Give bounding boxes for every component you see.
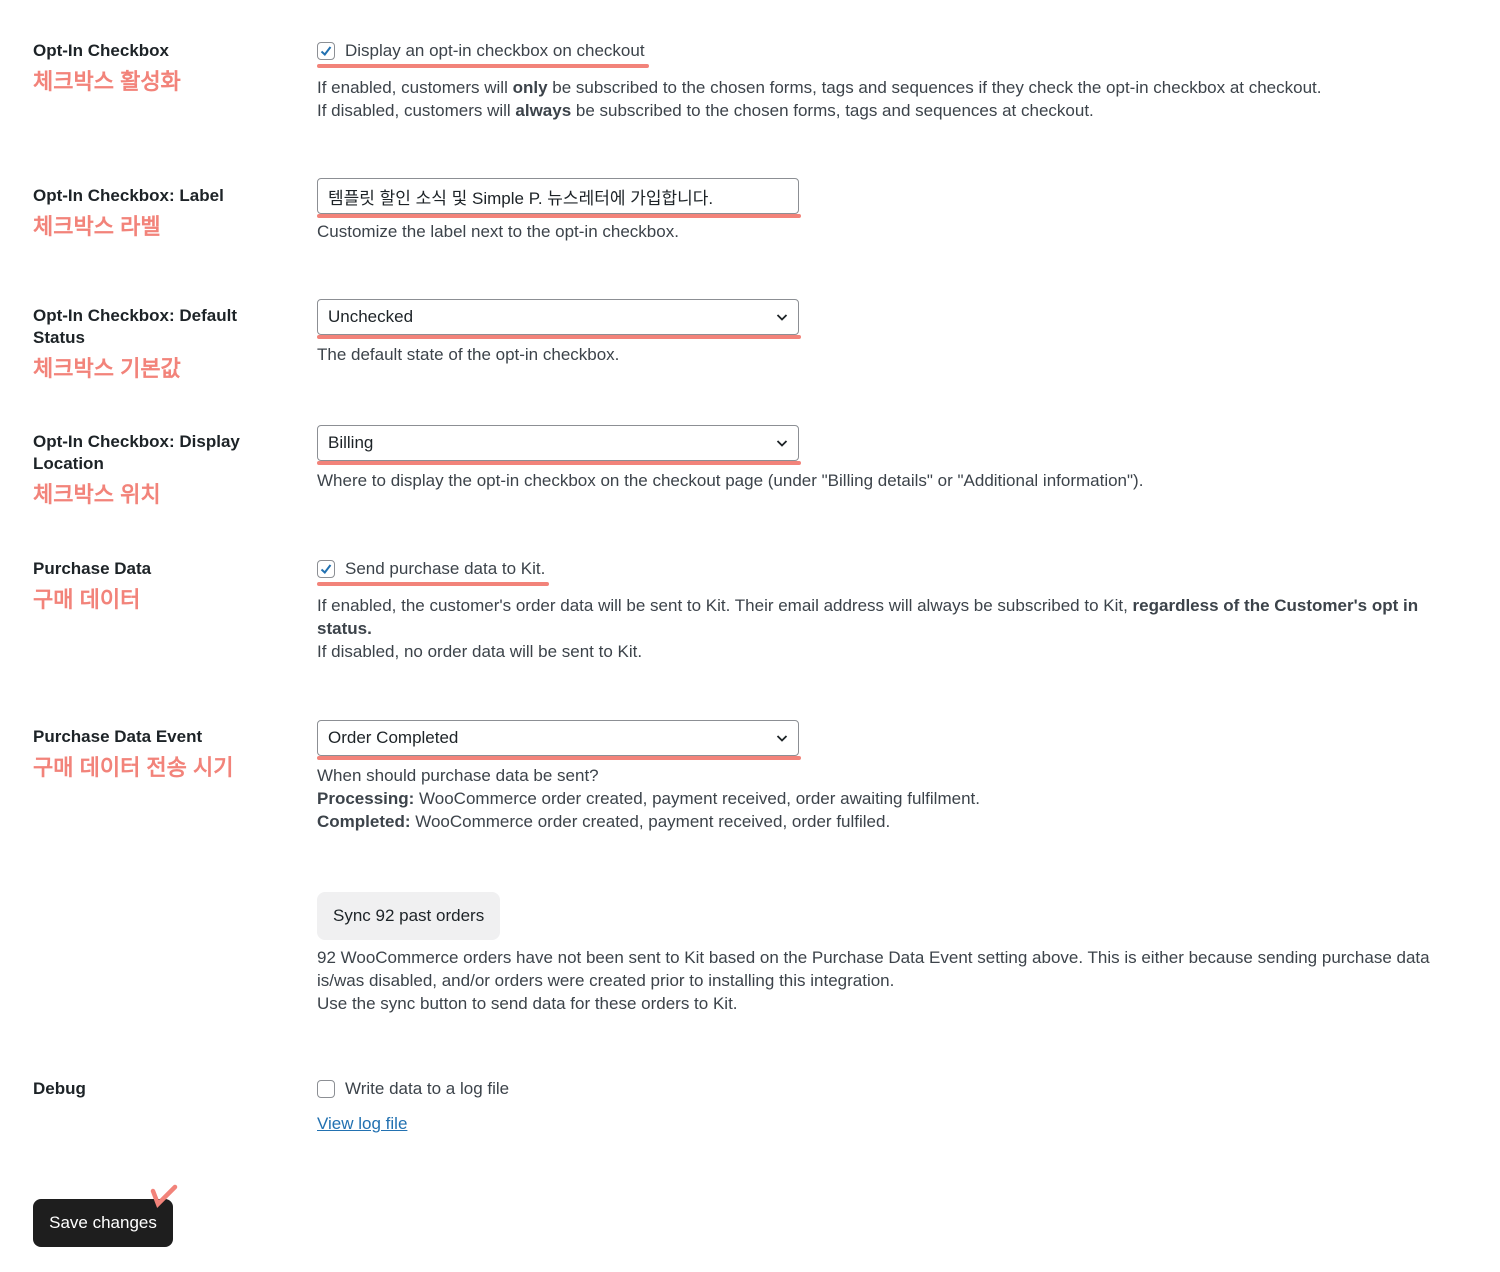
description: Customize the label next to the opt-in c… [317,222,679,241]
korean-annotation: 구매 데이터 전송 시기 [33,755,234,780]
checkbox-checked-icon[interactable] [317,560,335,578]
purchase-data-checkbox[interactable]: Send purchase data to Kit. [317,558,550,586]
korean-annotation: 체크박스 라벨 [33,214,161,239]
korean-annotation: 체크박스 기본값 [33,356,181,381]
view-log-link[interactable]: View log file [317,1114,407,1133]
setting-label: Purchase Data Event 구매 데이터 전송 시기 [33,726,263,782]
description: The default state of the opt-in checkbox… [317,345,620,364]
annotation-underline [317,582,550,586]
setting-label: Opt-In Checkbox: Display Location 체크박스 위… [33,431,263,509]
display-location-select[interactable]: Billing [317,425,801,465]
annotation-underline [317,461,801,465]
description: If enabled, customers will only be subsc… [317,78,1322,120]
annotation-underline [317,64,649,68]
label-text: Opt-In Checkbox [33,41,170,60]
description: If enabled, the customer's order data wi… [317,596,1419,661]
setting-label: Purchase Data 구매 데이터 [33,558,263,614]
sync-orders-button[interactable]: Sync 92 past orders [317,892,501,940]
korean-annotation: 구매 데이터 [33,587,141,612]
description: Where to display the opt-in checkbox on … [317,471,1144,490]
checkbox-checked-icon[interactable] [317,42,335,60]
description: When should purchase data be sent? Proce… [317,766,980,831]
optin-checkbox[interactable]: Display an opt-in checkbox on checkout [317,40,649,68]
annotation-underline [317,756,801,760]
debug-checkbox[interactable]: Write data to a log file [317,1078,509,1106]
default-status-select[interactable]: Unchecked [317,299,801,339]
chevron-down-icon [776,314,788,321]
setting-label: Opt-In Checkbox: Label 체크박스 라벨 [33,185,263,241]
annotation-check-icon [150,1184,178,1209]
korean-annotation: 체크박스 활성화 [33,69,181,94]
checkbox-unchecked-icon[interactable] [317,1080,335,1098]
annotation-underline [317,335,801,339]
optin-label-input[interactable]: 템플릿 할인 소식 및 Simple P. 뉴스레터에 가입합니다. [317,178,801,218]
chevron-down-icon [776,440,788,447]
annotation-underline [317,214,801,218]
description: 92 WooCommerce orders have not been sent… [317,948,1430,1013]
chevron-down-icon [776,735,788,742]
setting-label: Opt-In Checkbox: Default Status 체크박스 기본값 [33,305,263,383]
checkbox-label: Display an opt-in checkbox on checkout [345,41,645,60]
setting-label: Debug [33,1079,86,1098]
setting-label: Opt-In Checkbox 체크박스 활성화 [33,40,263,96]
korean-annotation: 체크박스 위치 [33,482,161,507]
purchase-event-select[interactable]: Order Completed [317,720,801,760]
